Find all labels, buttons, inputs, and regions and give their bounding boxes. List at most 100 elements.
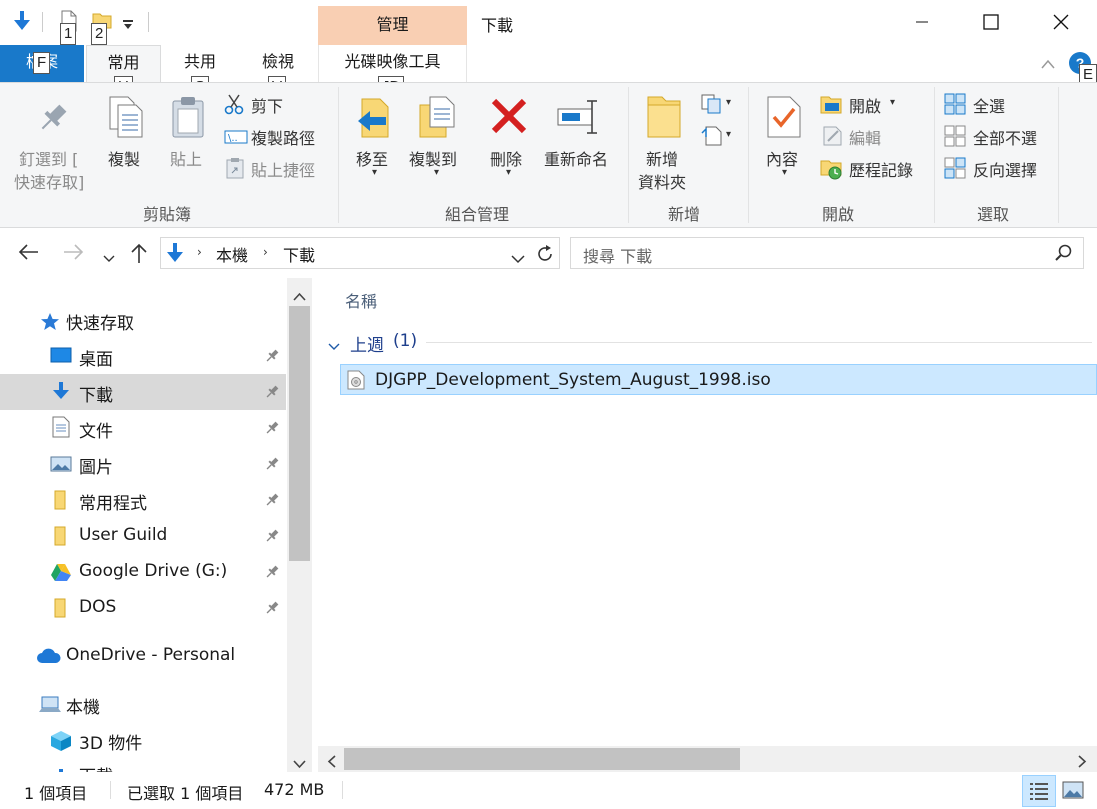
group-label: 上週 [350,336,384,356]
details-view-icon [1030,783,1048,800]
nav-item-user-guild[interactable]: User Guild [0,518,286,554]
nav-item-downloads[interactable]: 下載 [0,374,286,410]
recent-locations-button[interactable] [103,248,115,267]
status-divider [110,781,111,799]
paste-button[interactable]: 貼上 [160,83,216,195]
nav-scroll-thumb[interactable] [289,306,310,561]
nav-downloads-partial[interactable]: 下載 [0,758,286,772]
delete-button[interactable]: 刪除 ▾ [484,83,536,195]
forward-button[interactable] [62,244,84,264]
up-button[interactable] [130,242,148,268]
nav-item-label: 桌面 [79,350,113,370]
nav-quick-access[interactable]: 快速存取 [0,302,286,338]
nav-3d-objects[interactable]: 3D 物件 [0,722,286,758]
maximize-button[interactable] [968,4,1014,40]
nav-item-common-programs[interactable]: 常用程式 [0,482,286,518]
scroll-right-icon[interactable] [1078,753,1087,772]
breadcrumb-downloads[interactable]: 下載 [283,242,315,266]
downloads-arrow-icon[interactable] [12,10,32,36]
nav-item-desktop[interactable]: 桌面 [0,338,286,374]
group-label-clipboard: 剪貼簿 [143,205,192,224]
details-view-button[interactable] [1022,775,1056,807]
computer-icon [38,696,62,718]
copy-button[interactable]: 複製 [100,83,152,195]
tab-home-label: 常用 [107,53,140,72]
group-separator [1058,87,1059,223]
search-icon[interactable] [1055,244,1073,266]
nav-this-pc[interactable]: 本機 [0,686,286,722]
nav-onedrive[interactable]: OneDrive - Personal [0,638,286,674]
edit-button[interactable]: 編輯 [818,123,928,151]
nav-item-documents[interactable]: 文件 [0,410,286,446]
new-folder-large-icon [646,93,682,143]
select-none-label: 全部不選 [973,129,1038,148]
document-icon [52,416,70,442]
invert-selection-button[interactable]: 反向選擇 [942,155,1052,183]
window-title: 下載 [481,16,514,35]
close-button[interactable] [1038,4,1084,40]
search-box[interactable]: 搜尋 下載 [570,237,1084,269]
status-bar: 1 個項目 已選取 1 個項目 472 MB [0,772,1097,809]
customize-dropdown-icon[interactable] [122,16,134,35]
cut-label: 剪下 [251,97,284,116]
rename-button[interactable]: 重新命名 [540,83,620,195]
open-button[interactable]: 開啟 ▾ [818,91,928,119]
nav-item-pictures[interactable]: 圖片 [0,446,286,482]
pin-icon[interactable] [264,348,280,368]
navigation-pane: 快速存取 桌面 下載 文件 圖片 常用程式 User Guild Google … [0,278,312,772]
nav-item-dos[interactable]: DOS [0,590,286,626]
move-to-button[interactable]: 移至 ▾ [350,83,402,195]
open-dropdown-icon: ▾ [890,97,896,108]
new-folder-button[interactable]: 新增 資料夾 [634,83,698,195]
file-row[interactable]: DJGPP_Development_System_August_1998.iso [340,364,1097,395]
pin-icon[interactable] [264,384,280,404]
folder-icon [54,490,66,514]
copy-path-button[interactable]: \.. 複製路徑 [222,123,332,151]
large-icons-view-button[interactable] [1062,781,1084,803]
new-item-button[interactable]: ▾ [698,91,738,119]
tab-share-label: 共用 [183,52,216,71]
nav-item-label: 下載 [79,762,113,772]
copy-path-label: 複製路徑 [251,129,316,148]
group-label-open: 開啟 [822,205,855,224]
copy-to-button[interactable]: 複製到 ▾ [406,83,468,195]
maximize-icon [983,14,999,30]
refresh-icon[interactable] [535,244,555,268]
easy-access-button[interactable]: ▾ [698,123,738,151]
nav-item-label: 下載 [79,386,113,406]
chevron-down-icon [103,255,115,262]
downloads-icon [54,764,68,772]
select-none-button[interactable]: 全部不選 [942,123,1052,151]
copy-to-dropdown-icon: ▾ [434,167,440,178]
pin-to-quick-access-button[interactable]: 釘選到 [ 快速存取] [8,83,98,195]
horizontal-scrollbar[interactable] [318,746,1097,772]
minimize-button[interactable] [899,4,945,40]
cut-button[interactable]: 剪下 [222,91,332,119]
horizontal-scroll-thumb[interactable] [344,748,740,770]
collapse-ribbon-icon[interactable] [1040,55,1056,74]
address-dropdown-icon[interactable] [511,249,525,268]
scroll-up-icon[interactable] [293,286,306,305]
paste-shortcut-icon [226,157,244,183]
nav-scrollbar[interactable] [287,278,312,772]
paste-shortcut-button[interactable]: 貼上捷徑 [222,155,332,183]
nav-item-google-drive[interactable]: Google Drive (G:) [0,554,286,590]
3d-objects-icon [50,730,72,756]
select-all-button[interactable]: 全選 [942,91,1052,119]
pin-icon[interactable] [264,456,280,476]
address-bar[interactable]: › 本機 › 下載 [160,237,560,269]
breadcrumb-this-pc[interactable]: 本機 [216,242,248,266]
pin-icon[interactable] [264,600,280,620]
scroll-left-icon[interactable] [327,753,336,772]
group-header-last-week[interactable]: 上週 (1) [326,330,1092,356]
copy-path-icon: \.. [224,129,248,148]
back-button[interactable] [18,244,40,264]
history-button[interactable]: 歷程記錄 [818,155,928,183]
pin-icon[interactable] [264,420,280,440]
pin-icon[interactable] [264,564,280,584]
pin-icon[interactable] [264,492,280,512]
pin-icon[interactable] [264,528,280,548]
column-header-name[interactable]: 名稱 [345,288,377,312]
scroll-down-icon[interactable] [293,754,306,773]
properties-button[interactable]: 內容 ▾ [756,83,812,195]
